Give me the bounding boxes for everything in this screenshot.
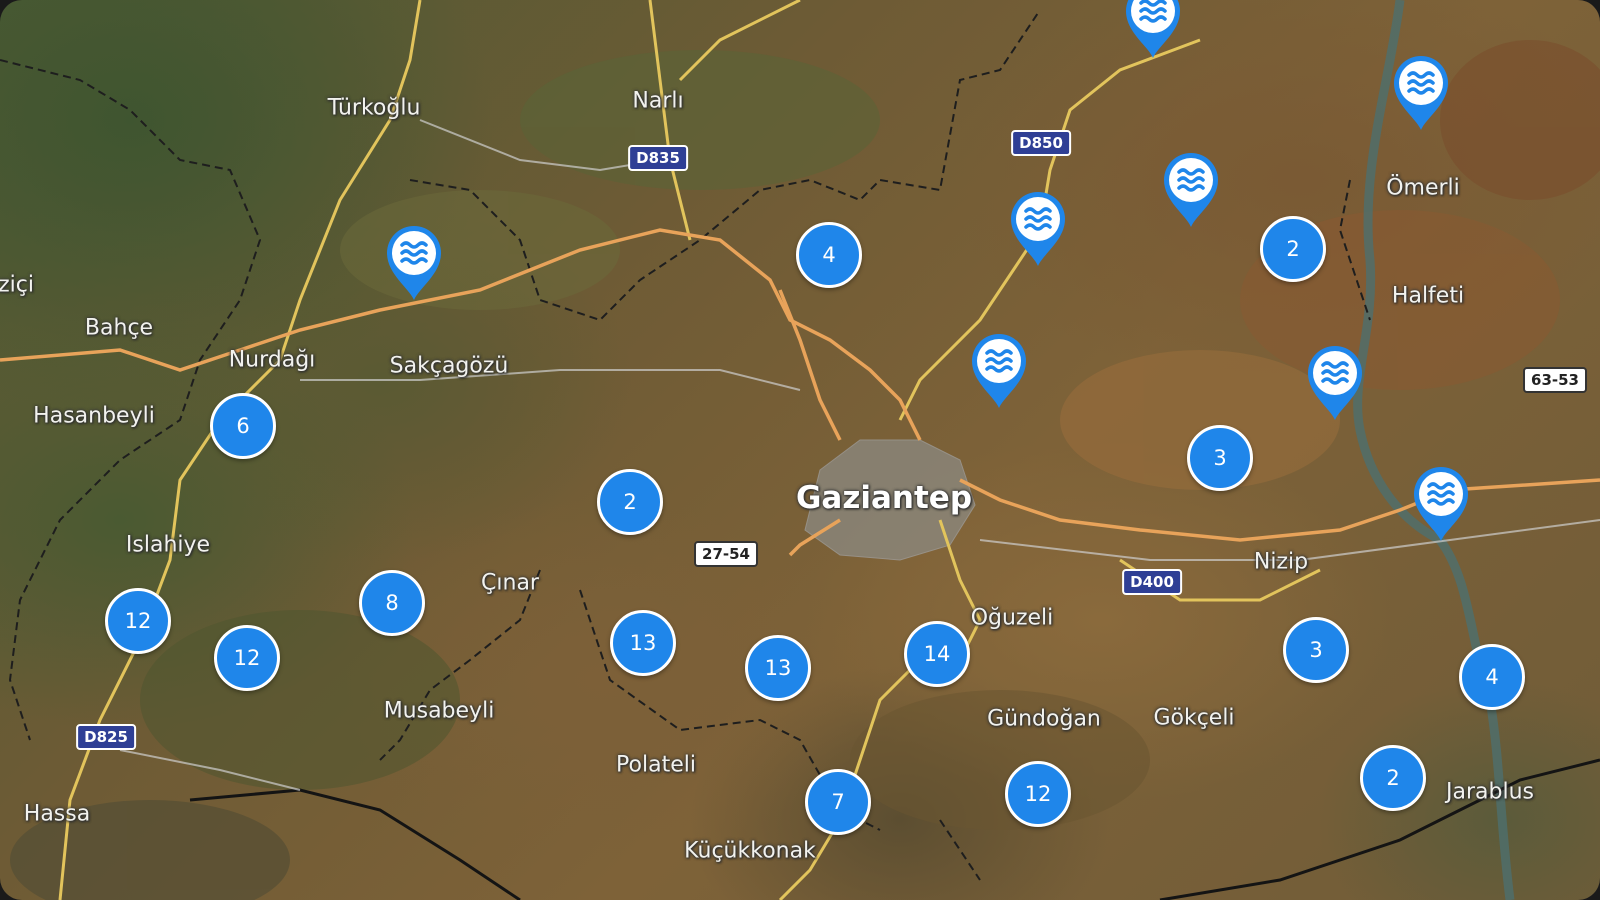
water-location-marker[interactable]	[968, 330, 1030, 410]
road-shield-27-54: 27-54	[694, 541, 758, 567]
road-shield-d850: D850	[1011, 130, 1071, 156]
water-waves-icon	[387, 225, 441, 300]
place-label-islahiye: Islahiye	[125, 532, 211, 558]
place-label-narli: Narlı	[632, 88, 684, 114]
water-location-marker[interactable]	[1122, 0, 1184, 60]
water-waves-icon	[972, 333, 1026, 408]
cluster-marker[interactable]: 12	[1005, 761, 1071, 827]
cluster-marker[interactable]: 2	[1260, 216, 1326, 282]
cluster-marker[interactable]: 3	[1187, 425, 1253, 491]
place-label-nurdagi: Nurdağı	[228, 347, 316, 373]
cluster-marker[interactable]: 8	[359, 570, 425, 636]
cluster-marker[interactable]: 12	[214, 625, 280, 691]
water-location-marker[interactable]	[1160, 149, 1222, 229]
road-shield-63-53: 63-53	[1523, 367, 1587, 393]
place-label-gaziantep: Gaziantep	[795, 480, 973, 516]
place-label-polateli: Polateli	[616, 752, 696, 778]
place-label-hassa: Hassa	[23, 801, 91, 827]
water-waves-icon	[1394, 55, 1448, 131]
cluster-marker[interactable]: 13	[745, 635, 811, 701]
water-location-marker[interactable]	[1304, 342, 1366, 422]
cluster-marker[interactable]: 13	[610, 610, 676, 676]
place-label-gokceli: Gökçeli	[1153, 705, 1235, 731]
water-waves-icon	[1308, 345, 1362, 420]
water-waves-icon	[1126, 0, 1180, 58]
place-label-nizip: Nizip	[1253, 549, 1309, 575]
water-location-marker[interactable]	[1410, 463, 1472, 543]
place-label-sakcagozu: Sakçagözü	[389, 353, 509, 379]
cluster-marker[interactable]: 6	[210, 393, 276, 459]
road-shield-d400: D400	[1122, 569, 1182, 595]
place-label-musabeyli: Musabeyli	[383, 698, 495, 724]
road-shield-d835: D835	[628, 145, 688, 171]
cluster-marker[interactable]: 2	[597, 469, 663, 535]
cluster-marker[interactable]: 4	[796, 222, 862, 288]
place-label-bahce: Bahçe	[84, 315, 154, 341]
road-shield-d825: D825	[76, 724, 136, 750]
water-location-marker[interactable]	[383, 222, 445, 302]
water-waves-icon	[1011, 191, 1065, 266]
water-location-marker[interactable]	[1390, 52, 1452, 132]
place-label-halfeti: Halfeti	[1391, 283, 1465, 309]
place-label-omerli: Ömerli	[1386, 175, 1460, 201]
place-label-ziçi: ziçi	[0, 272, 34, 298]
cluster-marker[interactable]: 2	[1360, 745, 1426, 811]
cluster-marker[interactable]: 3	[1283, 617, 1349, 683]
cluster-marker[interactable]: 14	[904, 621, 970, 687]
water-location-marker[interactable]	[1007, 188, 1069, 268]
place-label-cinar: Çınar	[481, 570, 539, 596]
map-viewport[interactable]: Türkoğlu Narlı Ömerli Halfeti ziçi Bahçe…	[0, 0, 1600, 900]
place-label-jarablus: Jarablus	[1446, 779, 1534, 805]
place-label-gundogan: Gündoğan	[987, 706, 1101, 732]
cluster-marker[interactable]: 4	[1459, 644, 1525, 710]
place-label-turkoglu: Türkoğlu	[327, 95, 421, 121]
place-label-oguzeli: Oğuzeli	[970, 605, 1054, 631]
place-label-hasanbeyli: Hasanbeyli	[33, 403, 155, 429]
water-waves-icon	[1414, 466, 1468, 541]
cluster-marker[interactable]: 7	[805, 769, 871, 835]
place-label-kucukkonak: Küçükkonak	[684, 838, 816, 864]
cluster-marker[interactable]: 12	[105, 588, 171, 654]
water-waves-icon	[1164, 152, 1218, 227]
